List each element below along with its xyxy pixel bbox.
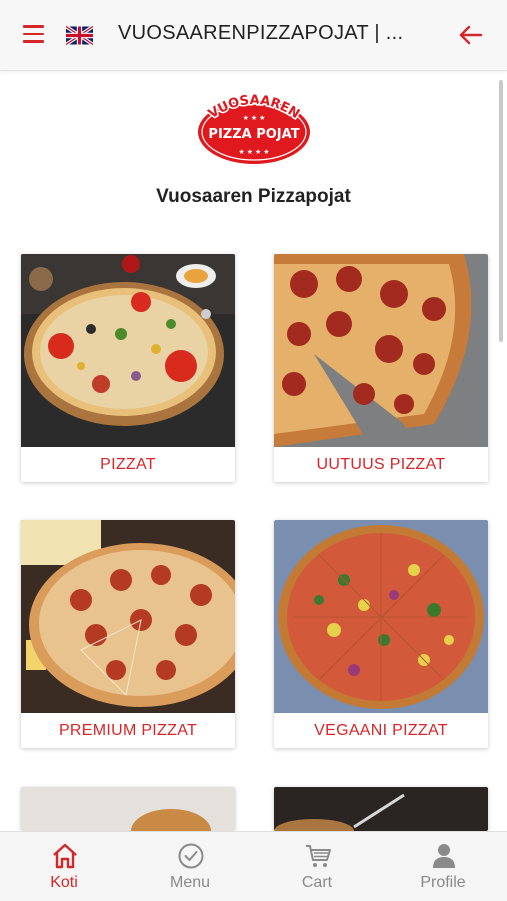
category-label: PREMIUM PIZZAT [58, 722, 198, 739]
category-card-partial-left[interactable] [21, 787, 235, 831]
nav-label: Cart [301, 874, 333, 891]
nav-label: Koti [50, 874, 78, 891]
scrollbar[interactable] [499, 80, 503, 342]
arrow-left-icon[interactable] [459, 24, 483, 46]
restaurant-logo: VUOSAAREN PIZZA POJAT ★ ★ ★ ★ ★ ★ ★ [196, 90, 312, 166]
nav-label: Profile [420, 874, 466, 891]
home-icon [51, 842, 79, 870]
category-label: VEGAANI PIZZAT [314, 722, 448, 739]
cart-icon [304, 842, 332, 870]
top-app-bar: VUOSAARENPIZZAPOJAT | ... [0, 0, 507, 71]
svg-text:★ ★ ★ ★: ★ ★ ★ ★ [239, 148, 270, 156]
hamburger-menu-icon[interactable] [23, 25, 44, 43]
bottom-navigation: Koti Menu Cart Profile [0, 831, 507, 901]
category-image-uutuus-pizzat [274, 254, 488, 447]
nav-label: Menu [169, 874, 211, 891]
category-card-vegaani-pizzat[interactable]: VEGAANI PIZZAT [274, 520, 488, 748]
nav-item-profile[interactable]: Profile [380, 832, 506, 901]
nav-item-koti[interactable]: Koti [1, 832, 127, 901]
category-image-vegaani-pizzat [274, 520, 488, 713]
check-circle-icon [177, 842, 205, 870]
category-card-partial-right[interactable] [274, 787, 488, 831]
category-card-pizzat[interactable]: PIZZAT [21, 254, 235, 482]
page-title: VUOSAARENPIZZAPOJAT | ... [118, 22, 404, 44]
store-name: Vuosaaren Pizzapojat [156, 186, 351, 207]
category-image-pizzat [21, 254, 235, 447]
category-card-uutuus-pizzat[interactable]: UUTUUS PIZZAT [274, 254, 488, 482]
person-icon [430, 842, 458, 870]
category-label: PIZZAT [100, 456, 156, 473]
category-image-premium-pizzat [21, 520, 235, 713]
nav-item-cart[interactable]: Cart [254, 832, 380, 901]
category-label: UUTUUS PIZZAT [316, 456, 446, 473]
svg-text:★ ★ ★: ★ ★ ★ [243, 114, 266, 122]
nav-item-menu[interactable]: Menu [127, 832, 253, 901]
category-card-premium-pizzat[interactable]: PREMIUM PIZZAT [21, 520, 235, 748]
svg-text:PIZZA POJAT: PIZZA POJAT [208, 127, 299, 142]
uk-flag-icon[interactable] [66, 26, 93, 45]
